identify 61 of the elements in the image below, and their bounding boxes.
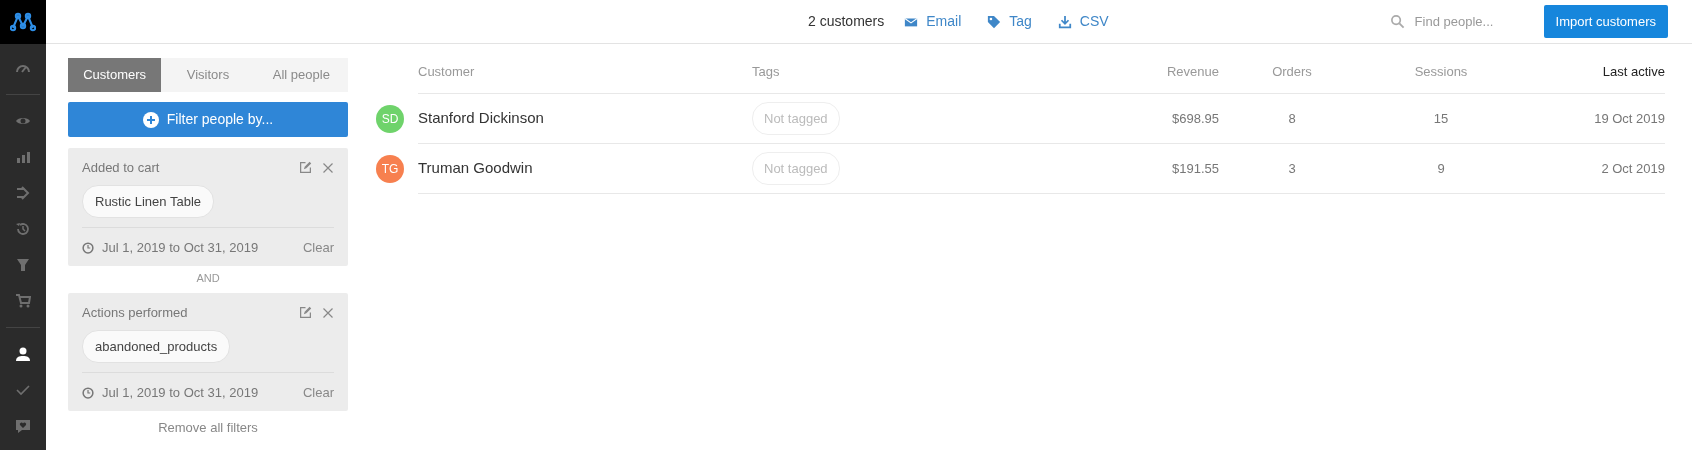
toolbar-link[interactable]: Tag — [987, 11, 1032, 32]
tab[interactable]: Visitors — [161, 58, 255, 92]
table-cell-text: 19 Oct 2019 — [1594, 109, 1665, 128]
table-cell-text: $191.55 — [1172, 159, 1219, 178]
table-cell-text: 15 — [1433, 109, 1449, 128]
tab[interactable]: All people — [254, 58, 348, 92]
table-cell-text: 2 Oct 2019 — [1601, 159, 1665, 178]
tag-pill: Not tagged — [752, 151, 840, 186]
edit-icon — [299, 161, 312, 175]
column-header[interactable]: Customer — [418, 55, 475, 82]
bar-chart-icon — [15, 149, 31, 165]
avatar: SD — [376, 105, 404, 133]
cart-icon — [15, 293, 31, 309]
edit-button[interactable] — [299, 161, 312, 175]
edit-icon — [299, 306, 312, 320]
logo-icon — [10, 11, 36, 33]
history-icon — [15, 221, 31, 237]
date-range: Jul 1, 2019 to Oct 31, 2019 — [102, 239, 259, 257]
close-icon — [322, 306, 334, 319]
column-header[interactable]: Tags — [752, 55, 780, 82]
table-cell-text: 3 — [1288, 159, 1296, 178]
customer-count: 2 customers — [808, 12, 885, 31]
funnel-icon — [15, 257, 31, 273]
chat-icon — [15, 418, 31, 434]
filter-value-chip: abandoned_products — [82, 329, 231, 363]
search-icon — [1389, 14, 1405, 29]
clear-button[interactable]: Clear — [302, 238, 334, 258]
checkmark-icon — [15, 382, 31, 398]
close-icon — [322, 161, 334, 174]
plus-icon — [142, 111, 159, 128]
customer-name[interactable]: Stanford Dickinson — [418, 107, 544, 130]
tag-pill: Not tagged — [752, 101, 840, 136]
remove-filters-button[interactable]: Remove all filters — [152, 416, 264, 438]
import-button[interactable]: Import customers — [1543, 5, 1668, 38]
column-header[interactable]: Revenue — [1166, 55, 1219, 82]
filter-value-chip: Rustic Linen Table — [82, 184, 214, 218]
date-range: Jul 1, 2019 to Oct 31, 2019 — [102, 384, 259, 402]
close-button[interactable] — [322, 161, 334, 174]
table-cell-text: $698.95 — [1172, 109, 1219, 128]
edit-button[interactable] — [299, 306, 312, 320]
column-header[interactable]: Orders — [1272, 55, 1312, 82]
user-icon — [15, 346, 31, 362]
tag-icon — [987, 14, 1002, 29]
column-header[interactable]: Last active — [1602, 55, 1665, 82]
column-header[interactable]: Sessions — [1414, 55, 1468, 82]
toolbar-link[interactable]: Email — [904, 11, 962, 32]
clear-button[interactable]: Clear — [302, 383, 334, 403]
filter-title: Added to cart — [82, 159, 160, 177]
download-icon — [1057, 14, 1072, 29]
filter-title: Actions performed — [82, 304, 188, 322]
table-cell-text: 9 — [1437, 159, 1445, 178]
tab[interactable]: Customers — [68, 58, 162, 92]
connector-label: AND — [195, 270, 221, 286]
clock-icon — [82, 386, 94, 399]
customer-name[interactable]: Truman Goodwin — [418, 157, 533, 180]
close-button[interactable] — [322, 306, 334, 319]
clock-icon — [82, 241, 94, 254]
filter-button[interactable]: Filter people by... — [68, 102, 348, 137]
table-cell-text: 8 — [1288, 109, 1296, 128]
toolbar-link[interactable]: CSV — [1057, 11, 1109, 32]
avatar: TG — [376, 155, 404, 183]
